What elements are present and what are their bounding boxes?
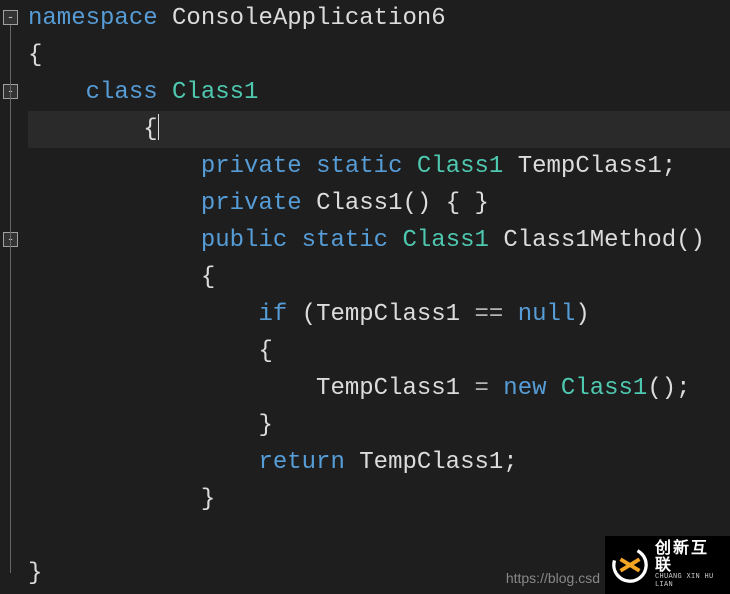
code-editor: --- namespace ConsoleApplication6{ class…: [0, 0, 730, 594]
text-cursor: [158, 114, 159, 140]
watermark-text: https://blog.csd: [506, 570, 600, 586]
code-area[interactable]: namespace ConsoleApplication6{ class Cla…: [28, 0, 730, 594]
code-line[interactable]: if (TempClass1 == null): [28, 296, 730, 333]
code-line[interactable]: {: [28, 37, 730, 74]
code-line[interactable]: class Class1: [28, 74, 730, 111]
code-line[interactable]: }: [28, 407, 730, 444]
code-line[interactable]: public static Class1 Class1Method(): [28, 222, 730, 259]
brand-logo: 创新互联 CHUANG XIN HU LIAN: [605, 536, 730, 594]
logo-icon: [611, 546, 649, 584]
fold-guide-line: [10, 99, 11, 232]
logo-cn: 创新互联: [655, 541, 724, 575]
code-line[interactable]: namespace ConsoleApplication6: [28, 0, 730, 37]
code-line[interactable]: {: [28, 333, 730, 370]
code-line[interactable]: }: [28, 481, 730, 518]
code-line[interactable]: {: [28, 111, 730, 148]
code-line[interactable]: return TempClass1;: [28, 444, 730, 481]
fold-guide-line: [10, 247, 11, 499]
logo-en: CHUANG XIN HU LIAN: [655, 574, 724, 589]
code-line[interactable]: TempClass1 = new Class1();: [28, 370, 730, 407]
fold-toggle[interactable]: -: [3, 10, 18, 25]
code-line[interactable]: private Class1() { }: [28, 185, 730, 222]
code-line[interactable]: {: [28, 259, 730, 296]
logo-text: 创新互联 CHUANG XIN HU LIAN: [655, 541, 724, 589]
fold-gutter: ---: [0, 0, 28, 594]
code-line[interactable]: private static Class1 TempClass1;: [28, 148, 730, 185]
